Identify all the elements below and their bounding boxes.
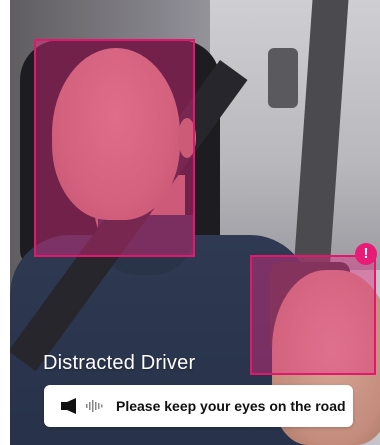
face-detection-box — [34, 39, 195, 257]
exclamation-icon: ! — [355, 243, 377, 265]
speaker-icon — [61, 398, 76, 414]
car-window — [210, 0, 380, 270]
seatbelt-anchor — [268, 48, 298, 108]
phone-detection-box — [250, 255, 376, 375]
detection-status-label: Distracted Driver — [43, 352, 196, 374]
sound-wave-icon — [86, 400, 103, 412]
warning-card: Please keep your eyes on the road — [44, 385, 353, 427]
warning-message: Please keep your eyes on the road — [116, 398, 346, 414]
